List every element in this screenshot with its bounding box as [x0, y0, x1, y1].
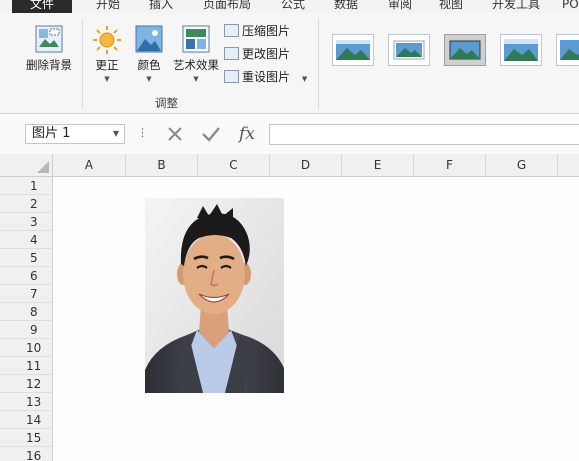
picture-style-preview-icon — [504, 39, 538, 61]
change-picture-icon — [224, 47, 239, 60]
compress-label: 压缩图片 — [242, 24, 291, 38]
select-all-icon — [37, 161, 49, 173]
column-header-g[interactable]: G — [486, 154, 558, 177]
color-label: 颜色 — [137, 58, 161, 72]
row-header[interactable]: 2 — [0, 195, 53, 213]
column-header-f[interactable]: F — [414, 154, 486, 177]
name-box[interactable]: 图片 1 ▼ — [25, 124, 125, 144]
row-header[interactable]: 6 — [0, 267, 53, 285]
row-header[interactable]: 3 — [0, 213, 53, 231]
tab-home[interactable]: 开始 — [88, 0, 128, 13]
spreadsheet-grid[interactable]: A B C D E F G 1 2 3 4 5 6 7 8 9 10 11 12… — [0, 154, 579, 461]
tab-data[interactable]: 数据 — [327, 0, 365, 13]
reset-picture-label: 重设图片 — [242, 70, 291, 84]
tab-formulas[interactable]: 公式 — [274, 0, 312, 13]
row-header[interactable]: 15 — [0, 429, 53, 447]
row-header[interactable]: 10 — [0, 339, 53, 357]
compress-pictures-button[interactable]: 压缩图片 — [224, 22, 290, 40]
artistic-effects-icon — [182, 25, 210, 53]
chevron-down-icon[interactable]: ▼ — [113, 125, 119, 143]
menu-bar: 文件 开始 插入 页面布局 公式 数据 审阅 视图 开发工具 PO — [0, 0, 579, 13]
row-header[interactable]: 5 — [0, 249, 53, 267]
row-header[interactable]: 4 — [0, 231, 53, 249]
row-header[interactable]: 1 — [0, 177, 53, 195]
chevron-down-icon: ▼ — [146, 75, 152, 83]
corrections-button[interactable]: 更正 ▼ — [88, 23, 126, 93]
column-header-partial[interactable] — [558, 154, 579, 177]
picture-style-preview-icon — [336, 40, 370, 60]
tab-powerpivot[interactable]: PO — [562, 0, 579, 13]
row-header[interactable]: 9 — [0, 321, 53, 339]
close-icon — [168, 127, 182, 141]
tab-view[interactable]: 视图 — [432, 0, 470, 13]
picture-style-preview-icon — [560, 40, 579, 60]
ribbon: 删除背景 更正 ▼ 颜色 ▼ 艺术效果 ▼ 压缩图片 更改图片 重设图片 ▼ 调… — [0, 13, 579, 114]
tab-review[interactable]: 审阅 — [381, 0, 419, 13]
column-header-c[interactable]: C — [198, 154, 270, 177]
more-options-icon[interactable]: ⋮ — [137, 126, 148, 139]
reset-picture-button[interactable]: 重设图片 ▼ — [224, 68, 307, 86]
name-box-value: 图片 1 — [32, 126, 71, 141]
tab-page-layout[interactable]: 页面布局 — [196, 0, 258, 13]
compress-icon — [224, 24, 239, 37]
select-all-button[interactable] — [0, 154, 53, 177]
picture-style-preview-icon — [393, 40, 425, 60]
row-header[interactable]: 8 — [0, 303, 53, 321]
row-header[interactable]: 16 — [0, 447, 53, 461]
enter-button[interactable] — [196, 124, 226, 144]
column-header-e[interactable]: E — [342, 154, 414, 177]
artistic-effects-label: 艺术效果 — [173, 58, 219, 72]
artistic-effects-button[interactable]: 艺术效果 ▼ — [168, 23, 224, 93]
inserted-photo[interactable] — [145, 198, 284, 393]
color-button[interactable]: 颜色 ▼ — [131, 23, 167, 93]
color-picture-icon — [135, 25, 163, 53]
ribbon-divider — [318, 19, 319, 109]
change-picture-button[interactable]: 更改图片 — [224, 45, 290, 63]
chevron-down-icon: ▼ — [193, 75, 199, 83]
row-header[interactable]: 14 — [0, 411, 53, 429]
change-picture-label: 更改图片 — [242, 47, 291, 61]
cancel-button[interactable] — [160, 124, 190, 144]
picture-style-3[interactable] — [444, 34, 486, 66]
chevron-down-icon: ▼ — [104, 75, 110, 83]
picture-style-1[interactable] — [332, 34, 374, 66]
remove-background-icon — [35, 25, 63, 53]
check-icon — [202, 127, 220, 142]
picture-style-4[interactable] — [500, 34, 542, 66]
picture-style-2[interactable] — [388, 34, 430, 66]
column-header-d[interactable]: D — [270, 154, 342, 177]
ribbon-divider — [82, 19, 83, 109]
adjust-group-label: 调整 — [155, 96, 178, 110]
picture-style-5[interactable] — [556, 34, 579, 66]
row-header[interactable]: 7 — [0, 285, 53, 303]
column-header-a[interactable]: A — [53, 154, 126, 177]
sun-icon — [93, 26, 121, 54]
picture-style-preview-icon — [449, 40, 481, 60]
tab-file[interactable]: 文件 — [12, 0, 72, 13]
row-header[interactable]: 11 — [0, 357, 53, 375]
row-header[interactable]: 12 — [0, 375, 53, 393]
corrections-label: 更正 — [95, 58, 119, 72]
remove-background-label: 删除背景 — [26, 58, 72, 72]
column-header-b[interactable]: B — [126, 154, 198, 177]
formula-input[interactable] — [269, 124, 579, 145]
remove-background-button[interactable]: 删除背景 — [22, 23, 76, 81]
formula-bar: 图片 1 ▼ ⋮ fx — [0, 114, 579, 154]
insert-function-button[interactable]: fx — [232, 124, 262, 144]
tab-developer[interactable]: 开发工具 — [485, 0, 547, 13]
chevron-down-icon: ▼ — [301, 75, 308, 83]
tab-insert[interactable]: 插入 — [143, 0, 179, 13]
reset-picture-icon — [224, 70, 239, 83]
row-header[interactable]: 13 — [0, 393, 53, 411]
